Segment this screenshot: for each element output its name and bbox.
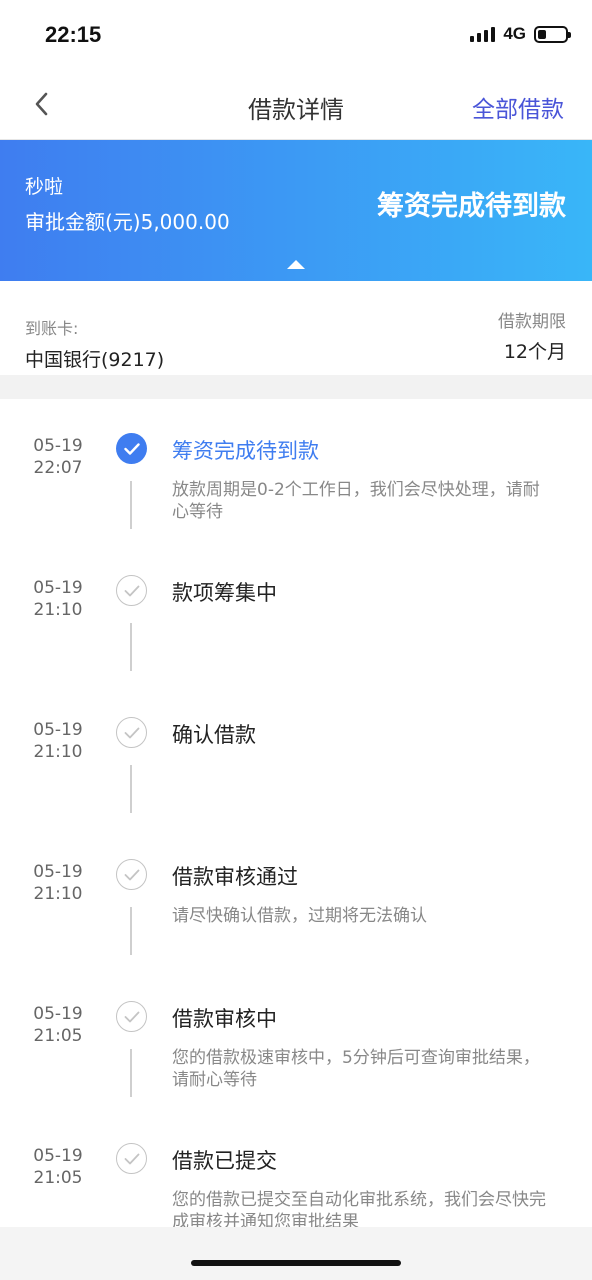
timeline-time: 21:10: [33, 884, 83, 904]
timeline-desc: 您的借款极速审核中，5分钟后可查询审批结果，请耐心等待: [172, 1048, 540, 1090]
loan-term-label: 借款期限: [498, 312, 566, 332]
approved-amount: 审批金额(元)5,000.00: [25, 210, 230, 234]
timeline-title: 款项筹集中: [172, 581, 277, 605]
check-circle-icon: [116, 433, 147, 464]
home-indicator[interactable]: [191, 1260, 401, 1266]
status-indicators: 4G: [470, 24, 571, 44]
timeline-date: 05-19: [33, 1146, 83, 1166]
timeline-connector: [130, 1049, 132, 1097]
timeline-item: 05-19 21:05 借款审核中 您的借款极速审核中，5分钟后可查询审批结果，…: [0, 967, 592, 1109]
timeline-date: 05-19: [33, 1004, 83, 1024]
status-time: 22:15: [45, 22, 102, 47]
network-type: 4G: [503, 24, 526, 43]
check-circle-icon: [116, 575, 147, 606]
product-name: 秒啦: [25, 176, 64, 198]
timeline-date: 05-19: [33, 436, 83, 456]
nav-bar: 借款详情 全部借款: [0, 72, 592, 140]
receiving-card-value: 中国银行(9217): [25, 349, 165, 371]
loan-status-banner[interactable]: 秒啦 审批金额(元)5,000.00 筹资完成待到款: [0, 140, 592, 281]
timeline-item: 05-19 21:05 借款已提交 您的借款已提交至自动化审批系统，我们会尽快完…: [0, 1109, 592, 1227]
signal-icon: [470, 26, 496, 42]
timeline-datetime: 05-19 21:10: [20, 719, 96, 763]
timeline-title: 借款已提交: [172, 1149, 277, 1173]
battery-icon: [534, 25, 571, 43]
timeline-time: 21:10: [33, 742, 83, 762]
receiving-card-label: 到账卡:: [25, 319, 79, 338]
timeline-title: 借款审核中: [172, 1007, 277, 1031]
timeline-datetime: 05-19 21:10: [20, 577, 96, 621]
timeline-datetime: 05-19 21:10: [20, 861, 96, 905]
timeline-item: 05-19 22:07 筹资完成待到款 放款周期是0-2个工作日，我们会尽快处理…: [0, 399, 592, 541]
timeline-datetime: 05-19 22:07: [20, 435, 96, 479]
timeline-title: 借款审核通过: [172, 865, 298, 889]
timeline-connector: [130, 907, 132, 955]
timeline-time: 21:05: [33, 1168, 83, 1188]
bottom-safe-area: [0, 1227, 592, 1280]
loan-timeline: 05-19 22:07 筹资完成待到款 放款周期是0-2个工作日，我们会尽快处理…: [0, 399, 592, 1227]
check-circle-icon: [116, 859, 147, 890]
loan-term-value: 12个月: [503, 341, 566, 363]
check-circle-icon: [116, 717, 147, 748]
timeline-date: 05-19: [33, 862, 83, 882]
timeline-connector: [130, 481, 132, 529]
timeline-title: 筹资完成待到款: [172, 439, 319, 463]
check-circle-icon: [116, 1143, 147, 1174]
status-bar: 22:15 4G: [0, 0, 592, 72]
timeline-item: 05-19 21:10 款项筹集中: [0, 541, 592, 683]
timeline-desc: 请尽快确认借款，过期将无法确认: [172, 906, 427, 926]
caret-up-icon[interactable]: [287, 260, 305, 269]
timeline-desc: 您的借款已提交至自动化审批系统，我们会尽快完成审核并通知您审批结果: [172, 1190, 546, 1227]
check-circle-icon: [116, 1001, 147, 1032]
timeline-time: 21:05: [33, 1026, 83, 1046]
timeline-connector: [130, 623, 132, 671]
timeline-date: 05-19: [33, 720, 83, 740]
loan-status: 筹资完成待到款: [377, 191, 566, 222]
timeline-connector: [130, 765, 132, 813]
timeline-datetime: 05-19 21:05: [20, 1003, 96, 1047]
all-loans-link[interactable]: 全部借款: [472, 90, 564, 124]
timeline-time: 21:10: [33, 600, 83, 620]
timeline-date: 05-19: [33, 578, 83, 598]
section-divider: [0, 375, 592, 399]
timeline-datetime: 05-19 21:05: [20, 1145, 96, 1189]
timeline-time: 22:07: [33, 458, 83, 478]
loan-info-card: 到账卡: 中国银行(9217) 借款期限 12个月: [0, 281, 592, 375]
timeline-desc: 放款周期是0-2个工作日，我们会尽快处理，请耐心等待: [172, 480, 540, 522]
timeline-item: 05-19 21:10 借款审核通过 请尽快确认借款，过期将无法确认: [0, 825, 592, 967]
timeline-title: 确认借款: [172, 723, 256, 747]
timeline-item: 05-19 21:10 确认借款: [0, 683, 592, 825]
